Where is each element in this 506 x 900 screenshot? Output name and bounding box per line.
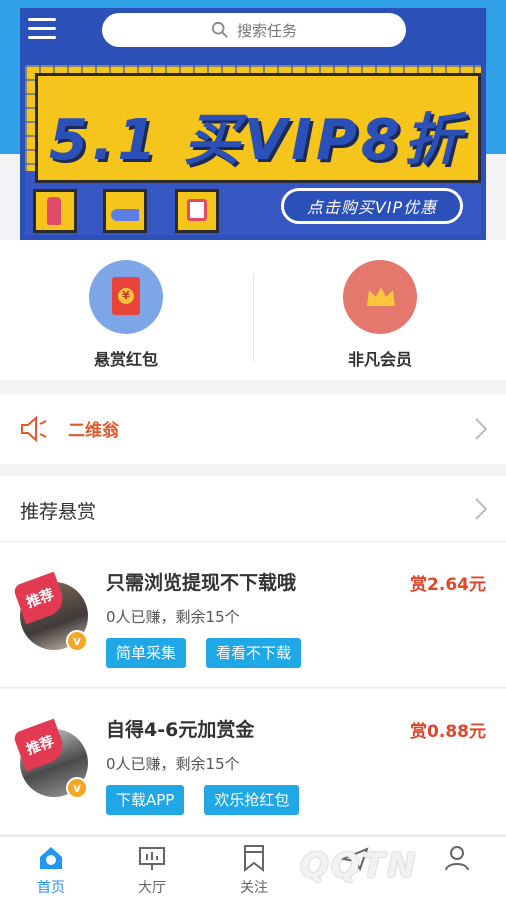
menu-icon[interactable] [28,18,56,42]
task-tag: 欢乐抢红包 [204,785,300,815]
task-tag: 看看不下载 [206,638,302,668]
home-icon [40,847,62,869]
bookmark-icon [244,845,264,873]
task-tag: 下载APP [106,785,185,815]
chevron-right-icon [475,498,488,520]
quick-action-label: 非凡会员 [347,350,412,369]
task-tag: 简单采集 [106,638,187,668]
tab-label: 首页 [37,880,65,896]
search-bar[interactable]: 搜索任务 [102,13,406,47]
tab-hall[interactable]: 大厅 [122,843,182,897]
task-card[interactable]: 推荐 v 只需浏览提现不下载哦 赏2.64元 0人已赚，剩余15个 简单采集 看… [0,542,506,688]
banner-headline: 5.1 买VIP8折 [49,108,464,173]
quick-actions: ¥ 悬赏红包 非凡会员 [0,240,506,380]
tab-follow[interactable]: 关注 [224,843,284,897]
vip-member-button[interactable]: 非凡会员 [305,260,455,370]
lipstick-icon [47,197,61,225]
search-icon [211,21,228,38]
notice-bar[interactable]: 二维翁 [0,394,506,464]
quick-action-label: 悬赏红包 [93,350,158,369]
red-envelope-icon: ¥ [112,277,140,315]
bounty-redpacket-button[interactable]: ¥ 悬赏红包 [51,260,201,370]
task-reward: 赏0.88元 [410,722,486,742]
recommended-section-header[interactable]: 推荐悬赏 [0,476,506,542]
task-title: 自得4-6元加赏金 [106,719,255,741]
notice-text: 二维翁 [68,421,119,441]
tab-label: 大厅 [138,880,166,896]
task-tags: 下载APP 欢乐抢红包 [106,785,300,815]
divider [253,274,254,362]
search-placeholder: 搜索任务 [236,21,297,40]
banner-cta-button[interactable]: 点击购买VIP优惠 [281,188,463,224]
vip-circle [343,260,417,334]
task-tags: 简单采集 看看不下载 [106,638,302,668]
crown-icon [367,287,395,306]
shoe-icon [111,209,139,221]
verified-icon: v [66,630,88,652]
verified-icon: v [66,777,88,799]
task-reward: 赏2.64元 [410,575,486,595]
tab-label: 关注 [240,880,268,896]
chevron-right-icon [475,418,488,440]
watermark-logo: QQTN [300,846,418,886]
section-title: 推荐悬赏 [20,501,97,523]
speaker-icon [21,415,47,443]
task-meta: 0人已赚，剩余15个 [106,755,240,773]
task-title: 只需浏览提现不下载哦 [106,572,297,594]
task-meta: 0人已赚，剩余15个 [106,608,240,626]
redpacket-circle: ¥ [89,260,163,334]
task-card[interactable]: 推荐 v 自得4-6元加赏金 赏0.88元 0人已赚，剩余15个 下载APP 欢… [0,689,506,835]
hall-icon [139,847,165,870]
tab-home[interactable]: 首页 [21,843,81,897]
watch-icon [187,199,207,221]
